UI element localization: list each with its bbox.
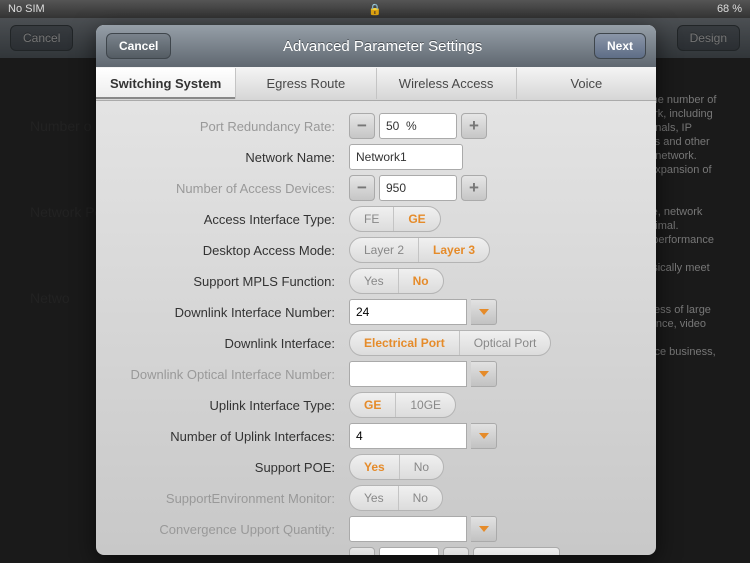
network-name-input[interactable] [349, 144, 463, 170]
status-bar: No SIM 🔒 68 % [0, 0, 750, 18]
label-mpls: Support MPLS Function: [114, 274, 349, 289]
settings-form: Port Redundancy Rate: − + Network Name: … [96, 101, 656, 555]
downlink-optical-select[interactable] [349, 361, 497, 387]
tab-egress-route[interactable]: Egress Route [236, 68, 376, 99]
label-access-devices: Number of Access Devices: [114, 181, 349, 196]
increment-button[interactable]: + [461, 175, 487, 201]
label-network-name: Network Name: [114, 150, 349, 165]
lock-icon: 🔒 [253, 3, 498, 16]
mpls-segment[interactable]: Yes No [349, 268, 444, 294]
decrement-button[interactable]: − [349, 547, 375, 555]
label-access-if-type: Access Interface Type: [114, 212, 349, 227]
tab-voice[interactable]: Voice [517, 68, 656, 99]
tab-bar: Switching System Egress Route Wireless A… [96, 67, 656, 101]
desktop-mode-segment[interactable]: Layer 2 Layer 3 [349, 237, 490, 263]
tab-switching-system[interactable]: Switching System [96, 68, 236, 99]
cancel-button[interactable]: Cancel [106, 33, 171, 59]
access-devices-input[interactable] [379, 175, 457, 201]
decrement-button[interactable]: − [349, 175, 375, 201]
increment-button[interactable]: + [461, 113, 487, 139]
bg-labels: Number o Network Pe Netwo [30, 118, 102, 376]
label-env-monitor: SupportEnvironment Monitor: [114, 491, 349, 506]
label-uplink-num: Number of Uplink Interfaces: [114, 429, 349, 444]
tab-wireless-access[interactable]: Wireless Access [377, 68, 517, 99]
label-uplink-type: Uplink Interface Type: [114, 398, 349, 413]
convergence-qty-select[interactable] [349, 516, 497, 542]
dropdown-icon[interactable] [471, 423, 497, 449]
uplink-num-select[interactable]: 4 [349, 423, 497, 449]
label-isolated-num: Isolated Network Number: [114, 553, 349, 556]
label-downlink-num: Downlink Interface Number: [114, 305, 349, 320]
dropdown-icon[interactable] [471, 299, 497, 325]
downlink-num-select[interactable]: 24 [349, 299, 497, 325]
label-poe: Support POE: [114, 460, 349, 475]
uplink-type-segment[interactable]: GE 10GE [349, 392, 456, 418]
isolated-num-input[interactable] [379, 547, 439, 555]
port-redundancy-input[interactable] [379, 113, 457, 139]
label-convergence-qty: Convergence Upport Quantity: [114, 522, 349, 537]
next-button[interactable]: Next [594, 33, 646, 59]
configuration-button[interactable]: Configration [473, 547, 560, 555]
label-desktop-mode: Desktop Access Mode: [114, 243, 349, 258]
increment-button[interactable]: + [443, 547, 469, 555]
label-downlink-if: Downlink Interface: [114, 336, 349, 351]
label-port-redundancy: Port Redundancy Rate: [114, 119, 349, 134]
modal-title: Advanced Parameter Settings [171, 38, 594, 55]
poe-segment[interactable]: Yes No [349, 454, 444, 480]
status-battery: 68 % [497, 3, 742, 15]
env-monitor-segment[interactable]: Yes No [349, 485, 443, 511]
status-carrier: No SIM [8, 3, 253, 15]
advanced-settings-modal: Cancel Advanced Parameter Settings Next … [96, 25, 656, 555]
decrement-button[interactable]: − [349, 113, 375, 139]
modal-header: Cancel Advanced Parameter Settings Next [96, 25, 656, 67]
downlink-if-segment[interactable]: Electrical Port Optical Port [349, 330, 551, 356]
access-if-type-segment[interactable]: FE GE [349, 206, 441, 232]
dropdown-icon[interactable] [471, 516, 497, 542]
dropdown-icon[interactable] [471, 361, 497, 387]
label-downlink-optical: Downlink Optical Interface Number: [114, 367, 349, 382]
